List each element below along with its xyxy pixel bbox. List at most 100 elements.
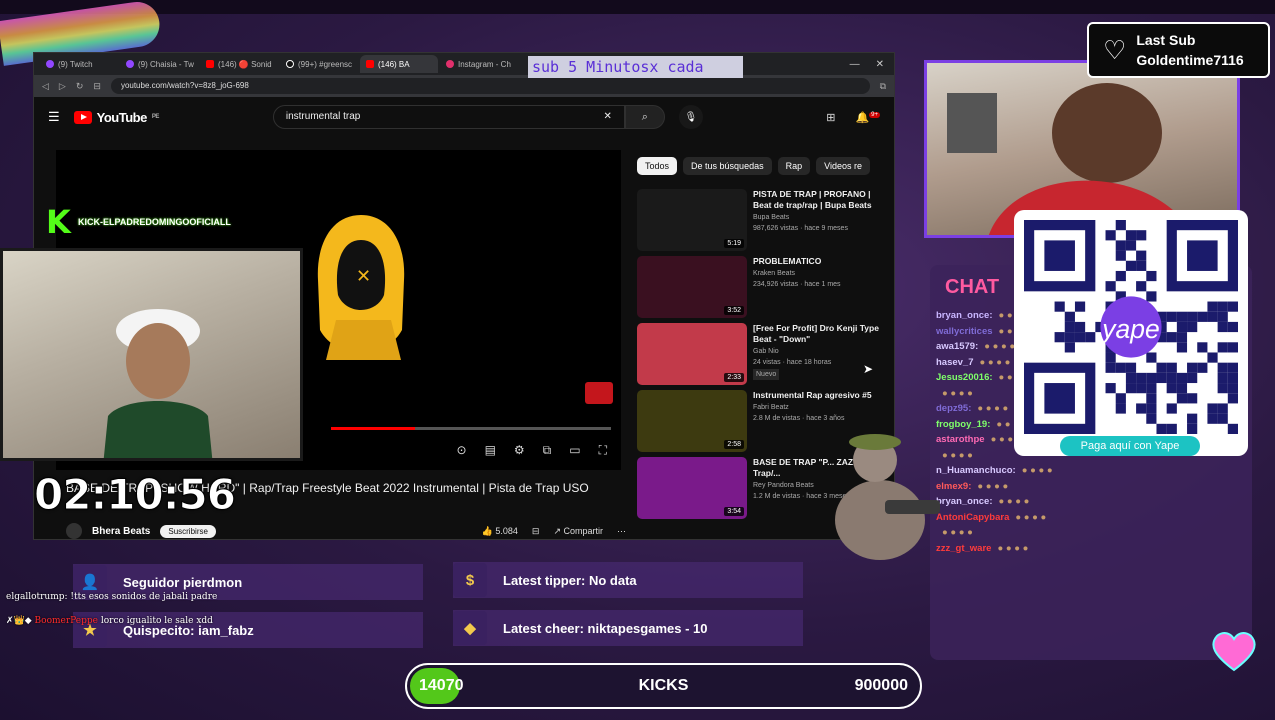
yt-favicon-icon: [366, 60, 374, 68]
recommendation-info: PROBLEMATICO Kraken Beats 234,926 vistas ·…: [753, 256, 841, 323]
close-window-icon[interactable]: ✕: [876, 59, 884, 70]
chat-line: AntoniCapybara ● ● ● ●: [936, 510, 1236, 526]
browser-tab[interactable]: Instagram - Ch: [440, 55, 518, 73]
recommendation-channel: Gab Nio: [753, 348, 779, 356]
channel-row: Bhera Beats Suscribirse 👍 5.084 ⊟ ↗ Comp…: [66, 523, 626, 539]
minimize-icon[interactable]: —: [850, 59, 860, 70]
subtitles-icon[interactable]: ▤: [485, 443, 496, 458]
chat-username[interactable]: AntoniCapybara: [936, 512, 1009, 523]
twitch-favicon-icon: [126, 60, 134, 68]
share-button[interactable]: ↗ Compartir: [553, 526, 603, 537]
chat-username[interactable]: awa1579:: [936, 341, 978, 352]
dislike-icon[interactable]: ⊟: [532, 526, 540, 537]
browser-tab[interactable]: (9) Twitch: [40, 55, 118, 73]
settings-gear-icon[interactable]: ⚙: [514, 443, 525, 458]
autoplay-toggle-icon[interactable]: ⊙: [457, 443, 467, 458]
browser-tab[interactable]: (146) 🔴 Sonid: [200, 55, 278, 73]
chat-emotes-icon: ● ● ● ●: [998, 496, 1030, 507]
chat-title: CHAT: [945, 276, 1000, 298]
create-icon[interactable]: ⊞: [826, 111, 835, 124]
chat-username[interactable]: hasev_7: [936, 357, 974, 368]
chat-line: bryan_once:● ● ● ●: [936, 494, 1236, 510]
recommendation-title[interactable]: Instrumental Rap agresivo #5: [753, 390, 872, 401]
like-button[interactable]: 👍 5.084: [482, 526, 518, 537]
search-button[interactable]: ⌕: [624, 105, 665, 129]
twitch-favicon-icon: [46, 60, 54, 68]
filter-chip[interactable]: De tus búsquedas: [683, 157, 772, 175]
extensions-icon[interactable]: ⧉: [880, 81, 886, 92]
svg-text:✕: ✕: [356, 266, 371, 287]
recommendation-thumbnail[interactable]: 2:33: [637, 323, 747, 385]
recommendation-thumbnail[interactable]: 3:52: [637, 256, 747, 318]
address-bar-row: ◁ ▷ ↻ ⊟ youtube.com/watch?v=8z8_joG-698 …: [34, 75, 894, 97]
recommendation-channel: Bupa Beats: [753, 214, 790, 222]
forward-icon[interactable]: ▷: [59, 81, 66, 92]
latest-cheer-text: Latest cheer: niktapesgames - 10: [503, 620, 708, 636]
chat-emotes-icon: ● ● ● ●: [1021, 465, 1053, 476]
youtube-logo[interactable]: YouTube PE: [73, 110, 159, 125]
browser-tab-label: (146) BA: [378, 59, 410, 69]
badge-icons: ✗👑◆: [6, 616, 35, 626]
back-icon[interactable]: ◁: [42, 81, 49, 92]
notification-count: 9+: [869, 111, 880, 118]
browser-tab[interactable]: (9) Chaisia - Tw: [120, 55, 198, 73]
player-controls: ⊙ ▤ ⚙ ⧉ ▭ ⛶: [457, 443, 608, 458]
subscribe-button[interactable]: Suscribirse: [160, 524, 216, 538]
url-field[interactable]: youtube.com/watch?v=8z8_joG-698: [110, 78, 870, 94]
browser-tab-label: Instagram - Ch: [458, 59, 511, 69]
recommendation-thumbnail[interactable]: 3:54: [637, 457, 747, 519]
more-actions-icon[interactable]: ⋯: [617, 526, 626, 537]
voice-search-button[interactable]: 🎙: [678, 105, 703, 129]
recommendation-title[interactable]: PISTA DE TRAP | PROFANO | Beat de trap/r…: [753, 189, 887, 211]
new-badge: Nuevo: [753, 369, 780, 381]
search-input[interactable]: instrumental trap ✕: [272, 105, 625, 129]
duration-badge: 2:58: [724, 440, 744, 449]
filter-chip[interactable]: Videos re: [816, 157, 870, 175]
browser-tab[interactable]: (146) BA: [360, 55, 438, 73]
chat-line: elmex9: ● ● ● ●: [936, 479, 1236, 495]
channel-name[interactable]: Bhera Beats: [92, 526, 150, 537]
video-progress-bar[interactable]: [331, 427, 611, 430]
recommendation-item[interactable]: 5:19 PISTA DE TRAP | PROFANO | Beat de tr…: [637, 189, 887, 256]
recommendation-title[interactable]: [Free For Profit] Dro Kenji Type Beat - …: [753, 323, 887, 345]
browser-tab-label: (99+) #greensc: [298, 59, 353, 69]
chat-emotes-icon: ● ● ● ●: [942, 449, 973, 461]
mic-icon: 🎙: [684, 111, 698, 123]
duration-badge: 3:54: [724, 507, 744, 516]
theater-mode-icon[interactable]: ▭: [569, 443, 580, 458]
fullscreen-icon[interactable]: ⛶: [599, 443, 607, 458]
filter-chip[interactable]: Rap: [777, 157, 811, 175]
recommendation-item[interactable]: 2:33 [Free For Profit] Dro Kenji Type Bea…: [637, 323, 887, 390]
recommendation-item[interactable]: 3:52 PROBLEMATICO Kraken Beats 234,926 vist…: [637, 256, 887, 323]
chat-line: n_Huamanchuco: ● ● ● ●: [936, 463, 1236, 479]
chat-username[interactable]: wallycritices: [936, 326, 993, 337]
last-sub-widget: ♡ Last Sub Goldentime7116: [1087, 22, 1270, 78]
recommendation-title[interactable]: PROBLEMATICO: [753, 256, 841, 267]
chat-username[interactable]: n_Huamanchuco:: [936, 465, 1016, 476]
clear-search-icon[interactable]: ✕: [603, 111, 611, 123]
reload-icon[interactable]: ↻: [76, 81, 84, 92]
chat-line: ● ● ● ●: [936, 525, 1236, 541]
channel-avatar[interactable]: [66, 523, 82, 539]
video-actions: 👍 5.084 ⊟ ↗ Compartir ⋯: [482, 526, 626, 537]
chat-username[interactable]: Jesus20016:: [936, 372, 993, 383]
browser-tab[interactable]: (99+) #greensc: [280, 55, 358, 73]
recommendation-thumbnail[interactable]: 5:19: [637, 189, 747, 251]
filter-chip[interactable]: Todos: [637, 157, 678, 175]
recommendation-channel: Fabri Beatz: [753, 404, 789, 412]
bookmark-icon[interactable]: ⊟: [93, 81, 101, 92]
chat-username[interactable]: depz95:: [936, 403, 971, 414]
chat-username[interactable]: frogboy_19:: [936, 419, 990, 430]
notifications-icon[interactable]: 🔔 9+: [855, 111, 880, 124]
recommendation-meta: 987,626 vistas · hace 9 meses: [753, 225, 848, 233]
share-label: Compartir: [563, 525, 603, 536]
dollar-icon: $: [453, 563, 487, 597]
browser-tab-label: (9) Twitch: [58, 59, 93, 69]
recommendation-thumbnail[interactable]: 2:58: [637, 390, 747, 452]
filter-chips: Todos De tus búsquedas Rap Videos re: [637, 157, 870, 175]
window-controls: — ✕: [850, 59, 884, 70]
chat-username[interactable]: bryan_once:: [936, 310, 993, 321]
menu-icon[interactable]: ☰: [48, 109, 60, 125]
kicks-goal: 900000: [854, 677, 908, 694]
miniplayer-icon[interactable]: ⧉: [543, 443, 552, 458]
